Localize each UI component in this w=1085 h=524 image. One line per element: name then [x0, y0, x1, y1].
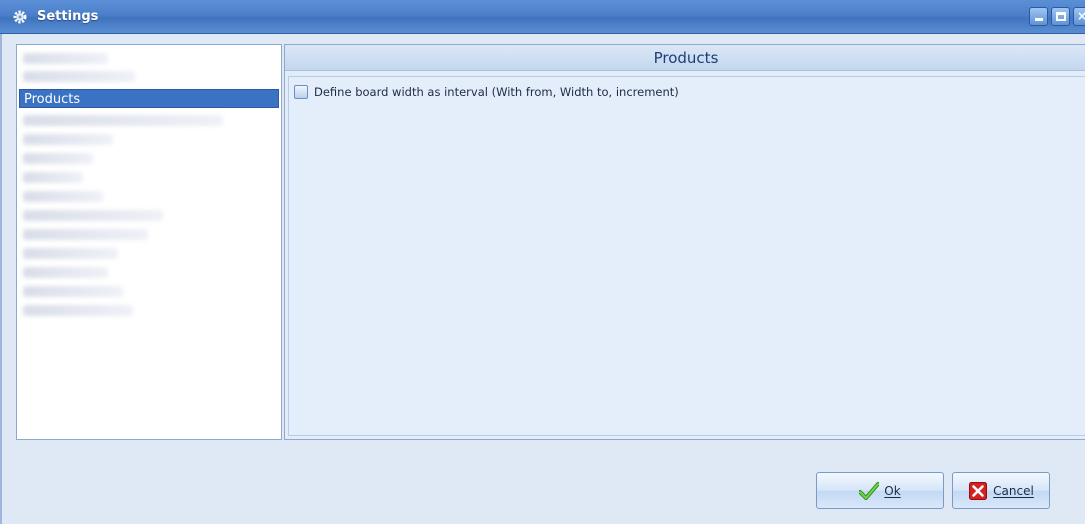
board-width-interval-label[interactable]: Define board width as interval (With fro…: [314, 85, 679, 99]
close-icon: ×: [1077, 9, 1085, 23]
cancel-x-icon: [968, 481, 988, 501]
nav-item-products[interactable]: Products: [19, 89, 279, 108]
maximize-button[interactable]: [1051, 7, 1070, 26]
blurred-item: [23, 248, 118, 259]
blurred-item: [23, 229, 148, 240]
blurred-item: [23, 191, 103, 202]
blurred-item: [23, 172, 83, 183]
board-width-interval-option[interactable]: Define board width as interval (With fro…: [294, 85, 679, 99]
gear-icon: [11, 8, 29, 26]
blurred-item: [23, 134, 113, 145]
checkmark-icon: [859, 481, 880, 501]
settings-options-area: Define board width as interval (With fro…: [288, 76, 1085, 436]
close-button[interactable]: ×: [1073, 7, 1085, 26]
blurred-item: [23, 305, 133, 316]
cancel-button-label: Cancel: [993, 483, 1034, 498]
minimize-icon: [1035, 18, 1043, 21]
blurred-item: [23, 267, 108, 278]
maximize-icon: [1056, 12, 1066, 21]
ok-button[interactable]: Ok: [816, 472, 944, 509]
window-controls: ×: [1029, 7, 1085, 26]
window-title: Settings: [37, 9, 99, 24]
settings-content-panel: Products Define board width as interval …: [284, 44, 1085, 440]
window-body: Products Products Define board width as …: [0, 34, 1085, 524]
cancel-button[interactable]: Cancel: [952, 472, 1050, 509]
nav-item-label: Products: [24, 92, 81, 107]
blurred-item: [23, 210, 163, 221]
blurred-item: [23, 115, 223, 126]
blurred-item: [23, 53, 108, 64]
minimize-button[interactable]: [1029, 7, 1048, 26]
blurred-item: [23, 71, 135, 82]
section-title: Products: [285, 45, 1085, 71]
board-width-interval-checkbox[interactable]: [294, 85, 308, 99]
title-bar[interactable]: Settings ×: [0, 0, 1085, 34]
blurred-item: [23, 153, 93, 164]
settings-category-list[interactable]: Products: [16, 44, 282, 440]
blurred-item: [23, 286, 123, 297]
ok-button-label: Ok: [884, 483, 901, 498]
